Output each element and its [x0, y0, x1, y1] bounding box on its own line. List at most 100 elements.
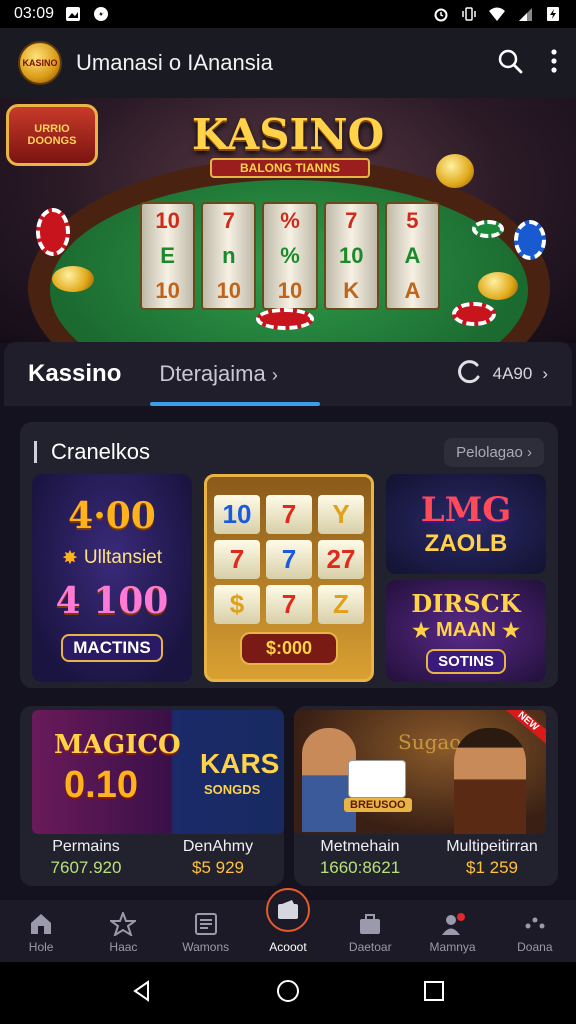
promo-col2-label: DenAhmy: [182, 838, 254, 855]
promo-col2-label: Multipeitirran: [446, 838, 538, 855]
category-tabs: Kassino Dterajaima › 4A90 ›: [4, 342, 572, 406]
person-avatar: [454, 728, 526, 834]
recents-icon[interactable]: [422, 979, 446, 1008]
balance-link[interactable]: 4A90 ›: [455, 358, 548, 391]
tab-dterajaima[interactable]: Dterajaima ›: [159, 361, 278, 387]
active-tab-indicator: [150, 402, 320, 406]
slot-symbol: 7: [266, 495, 312, 534]
promo-col1-label: Metmehain: [320, 838, 400, 855]
tab-dterajaima-label: Dterajaima: [159, 361, 266, 386]
slot-symbol-grid: 10 7 Y 7 7 27 $ 7 Z: [214, 495, 364, 624]
see-more-button[interactable]: Pelolagao ›: [444, 437, 544, 467]
playing-cards-icon: [348, 760, 406, 798]
battery-icon: [544, 6, 562, 22]
vibrate-icon: [460, 6, 478, 22]
star-icon: ★: [412, 619, 430, 642]
game-label: SOTINS: [426, 648, 506, 674]
nav-item-mamnya[interactable]: Mamnya: [411, 900, 493, 962]
wifi-icon: [488, 6, 506, 22]
reel: 5AA: [384, 202, 441, 310]
app-logo[interactable]: KASINO: [18, 41, 62, 85]
game-card[interactable]: 10 7 Y 7 7 27 $ 7 Z $:000: [204, 474, 374, 682]
game-card[interactable]: 4·00 ✸ Ulltansiet 4 100 MACTINS: [32, 474, 192, 682]
promo-col2-value: $5 929: [192, 858, 244, 877]
nav-item-doana[interactable]: Doana: [494, 900, 576, 962]
wallet-icon: [265, 888, 310, 932]
nav-item-haac[interactable]: Haac: [82, 900, 164, 962]
promo-col2-value: $1 259: [466, 858, 518, 877]
reel: 7 n 10: [201, 202, 257, 310]
signal-icon: [516, 6, 534, 22]
game-price: $:000: [239, 632, 339, 665]
hero-title: KASINO: [191, 110, 385, 159]
receipt-icon: [193, 912, 219, 936]
bottom-navigation: Hole Haac Wamons Acooot Daetoar Mamnya D…: [0, 888, 576, 962]
gold-coin-icon: [478, 272, 518, 300]
poker-chip-icon: [256, 308, 314, 330]
home-icon: [28, 912, 54, 936]
game-card[interactable]: DIRSCK ★ MAAN ★ SOTINS: [386, 580, 546, 682]
poker-chip-icon: [36, 208, 70, 256]
chevron-right-icon: ›: [527, 443, 532, 461]
promo-image-title: Sugao: [398, 730, 462, 754]
game-card[interactable]: LMG ZAOLB: [386, 474, 546, 574]
reel: 7 10 K: [323, 202, 379, 310]
more-vert-icon[interactable]: [550, 48, 558, 79]
nav-item-acooot[interactable]: Acooot: [247, 888, 329, 962]
promo-card-label: BREUSOO: [344, 798, 412, 812]
nav-label: Acooot: [269, 940, 307, 954]
reel: %% 10: [262, 202, 318, 310]
game-title-line2: ★ MAAN ★: [412, 618, 520, 643]
game-title-line1: DIRSCK: [411, 588, 521, 618]
back-icon[interactable]: [130, 979, 154, 1008]
nav-label: Wamons: [182, 940, 230, 954]
gallery-notification-icon: [64, 6, 82, 22]
tab-kassino[interactable]: Kassino: [28, 360, 121, 388]
see-more-label: Pelolagao: [456, 443, 523, 461]
promo-col1-value: 1660:8621: [319, 858, 401, 877]
briefcase-icon: [357, 912, 383, 936]
promo-image-number: 0.10: [64, 764, 138, 806]
hero-subtitle: BALONG TIANNS: [210, 158, 370, 178]
refresh-icon: [455, 358, 483, 391]
reel: 10 E 10: [140, 202, 196, 310]
promo-image: Sugao BREUSOO NEW: [294, 710, 546, 834]
app-logo-text: KASINO: [22, 58, 58, 68]
nav-item-hole[interactable]: Hole: [0, 900, 82, 962]
slot-symbol: Y: [318, 495, 364, 534]
featured-games-section: Cranelkos Pelolagao › 4·00 ✸ Ulltansiet …: [20, 422, 558, 688]
promo-card[interactable]: Sugao BREUSOO NEW Metmehain 1660:8621 Mu…: [294, 706, 558, 886]
promo-col1-label: Permains: [52, 838, 120, 855]
nav-item-daetoar[interactable]: Daetoar: [329, 900, 411, 962]
app-title: Umanasi o IAnansia: [76, 50, 273, 75]
nav-label: Mamnya: [429, 940, 476, 954]
game-top-number: 4·00: [68, 494, 156, 537]
search-icon[interactable]: [496, 47, 524, 80]
star-icon: [110, 912, 137, 936]
slot-symbol: $: [214, 585, 260, 624]
nav-label: Doana: [517, 940, 553, 954]
poker-chip-icon: [452, 302, 496, 326]
section-accent-bar: [34, 441, 37, 463]
nav-label: Haac: [109, 940, 138, 954]
gold-coin-icon: [436, 154, 474, 188]
slot-symbol: 10: [214, 495, 260, 534]
promo-col1-value: 7607.920: [50, 858, 122, 877]
slot-symbol: 27: [318, 540, 364, 579]
chevron-right-icon: ›: [271, 365, 278, 385]
promo-image-title: MAGICO: [54, 730, 181, 760]
app-bar: KASINO Umanasi o IAnansia: [0, 28, 576, 98]
promo-image: MAGICO 0.10 KARS SONGDS: [32, 710, 284, 834]
promo-side-title: KARS: [200, 748, 280, 779]
promo-card[interactable]: MAGICO 0.10 KARS SONGDS Permains 7607.92…: [20, 706, 284, 886]
game-badge: ✸ Ulltansiet: [62, 547, 162, 570]
nav-label: Daetoar: [348, 940, 392, 954]
slot-symbol: 7: [214, 540, 260, 579]
star-icon: ✸: [61, 547, 78, 569]
chevron-right-icon: ›: [542, 364, 548, 383]
game-title-line1: LMG: [420, 490, 512, 530]
hero-banner[interactable]: URRIO DOONGS KASINO BALONG TIANNS 10 E 10 …: [0, 98, 576, 343]
nav-item-wamons[interactable]: Wamons: [165, 900, 247, 962]
home-circle-icon[interactable]: [275, 978, 301, 1009]
slot-symbol: 7: [266, 585, 312, 624]
